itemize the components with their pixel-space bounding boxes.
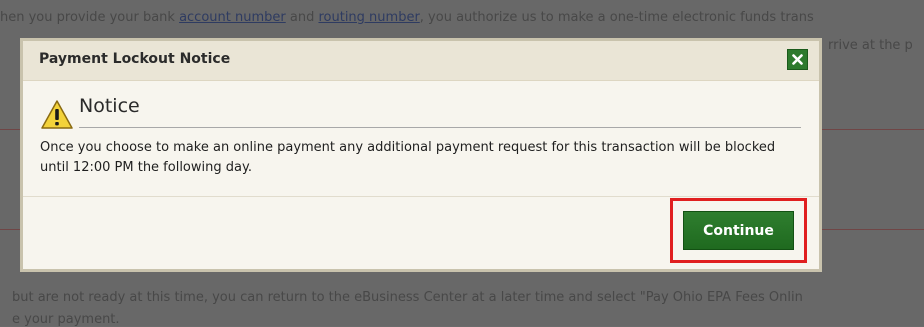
warning-icon — [41, 100, 73, 129]
close-icon — [792, 54, 803, 65]
close-button[interactable] — [787, 49, 808, 70]
payment-lockout-dialog: Payment Lockout Notice Notice Once you c… — [20, 38, 822, 272]
dialog-title: Payment Lockout Notice — [39, 51, 231, 67]
dialog-header: Payment Lockout Notice — [23, 41, 819, 81]
continue-button[interactable]: Continue — [683, 211, 794, 250]
heading-divider — [79, 127, 801, 128]
footer-divider — [23, 196, 819, 197]
notice-heading: Notice — [79, 95, 140, 117]
lockout-message: Once you choose to make an online paymen… — [40, 140, 776, 175]
